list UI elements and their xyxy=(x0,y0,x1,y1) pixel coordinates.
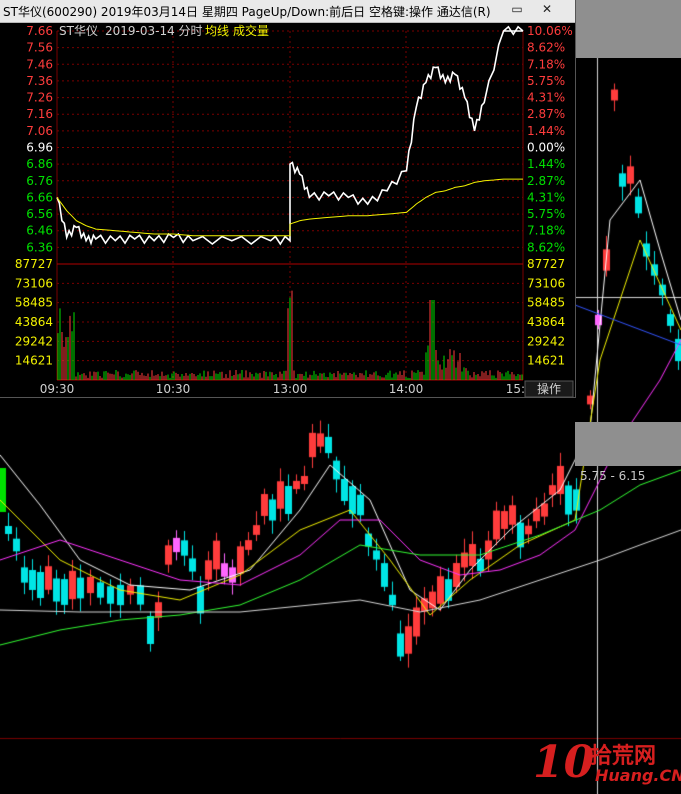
pct-tick-label: 2.87% xyxy=(527,107,565,121)
price-tick-label: 6.66 xyxy=(26,190,53,204)
pct-tick-label: 5.75% xyxy=(527,74,565,88)
header-date: 2019-03-14 分时 xyxy=(105,24,203,38)
volume-tick-label-right: 73106 xyxy=(527,276,565,290)
price-tick-label: 6.36 xyxy=(26,240,53,254)
volume-tick-label-right: 29242 xyxy=(527,334,565,348)
price-tick-label: 7.36 xyxy=(26,74,53,88)
gray-panel-top xyxy=(575,0,681,58)
price-tick-label: 7.66 xyxy=(26,24,53,38)
time-tick-label: 09:30 xyxy=(40,382,75,396)
volume-tick-label: 58485 xyxy=(15,296,53,310)
price-tick-label: 6.96 xyxy=(26,141,53,155)
pct-tick-label: 4.31% xyxy=(527,91,565,105)
gray-panel-middle xyxy=(575,422,681,466)
volume-tick-label-right: 87727 xyxy=(527,257,565,271)
pct-tick-label: 0.00% xyxy=(527,141,565,155)
price-range-readout: 5.75 - 6.15 xyxy=(580,469,646,483)
price-tick-label: 6.86 xyxy=(26,157,53,171)
time-tick-label: 14:00 xyxy=(389,382,424,396)
volume-tick-label: 29242 xyxy=(15,334,53,348)
intraday-chart[interactable]: ST华仪 2019-03-14 分时 均线 成交量 7.66 10.06% 7.56 8.62… xyxy=(0,23,575,397)
pct-tick-label: 7.18% xyxy=(527,57,565,71)
legend-avg-line: 均线 xyxy=(205,24,229,38)
watermark-logo: 10 拾荒网 Huang.CN xyxy=(533,737,681,790)
price-tick-label: 6.46 xyxy=(26,224,53,238)
price-tick-label: 7.16 xyxy=(26,107,53,121)
volume-tick-label-right: 43864 xyxy=(527,315,565,329)
volume-tick-label: 14621 xyxy=(15,354,53,368)
close-icon[interactable]: ✕ xyxy=(540,2,554,16)
watermark-number: 10 xyxy=(533,737,595,788)
pct-tick-label: 1.44% xyxy=(527,157,565,171)
action-label: 操作 xyxy=(537,381,561,396)
price-tick-label: 7.06 xyxy=(26,124,53,138)
price-tick-label: 6.76 xyxy=(26,174,53,188)
pct-tick-label: 4.31% xyxy=(527,190,565,204)
volume-tick-label: 73106 xyxy=(15,276,53,290)
volume-tick-label: 87727 xyxy=(15,257,53,271)
pct-tick-label: 8.62% xyxy=(527,240,565,254)
price-tick-label: 7.26 xyxy=(26,91,53,105)
window-title: ST华仪(600290) 2019年03月14日 星期四 PageUp/Down… xyxy=(3,5,491,19)
intraday-window[interactable]: ST华仪(600290) 2019年03月14日 星期四 PageUp/Down… xyxy=(0,0,575,397)
pct-tick-label: 10.06% xyxy=(527,24,573,38)
pct-tick-label: 5.75% xyxy=(527,207,565,221)
pct-tick-label: 8.62% xyxy=(527,41,565,55)
time-tick-label: 10:30 xyxy=(156,382,191,396)
volume-tick-label-right: 58485 xyxy=(527,296,565,310)
volume-tick-label-right: 14621 xyxy=(527,354,565,368)
price-tick-label: 7.56 xyxy=(26,41,53,55)
legend-volume: 成交量 xyxy=(233,23,269,38)
pct-tick-label: 1.44% xyxy=(527,124,565,138)
watermark-domain: Huang.CN xyxy=(595,766,681,785)
header-stock-name: ST华仪 xyxy=(59,24,98,38)
price-tick-label: 7.46 xyxy=(26,57,53,71)
price-tick-label: 6.56 xyxy=(26,207,53,221)
time-tick-label: 13:00 xyxy=(273,382,308,396)
restore-icon[interactable]: ▭ xyxy=(510,2,524,16)
pct-tick-label: 2.87% xyxy=(527,174,565,188)
window-titlebar[interactable]: ST华仪(600290) 2019年03月14日 星期四 PageUp/Down… xyxy=(0,0,575,23)
volume-tick-label: 43864 xyxy=(15,315,53,329)
pct-tick-label: 7.18% xyxy=(527,224,565,238)
